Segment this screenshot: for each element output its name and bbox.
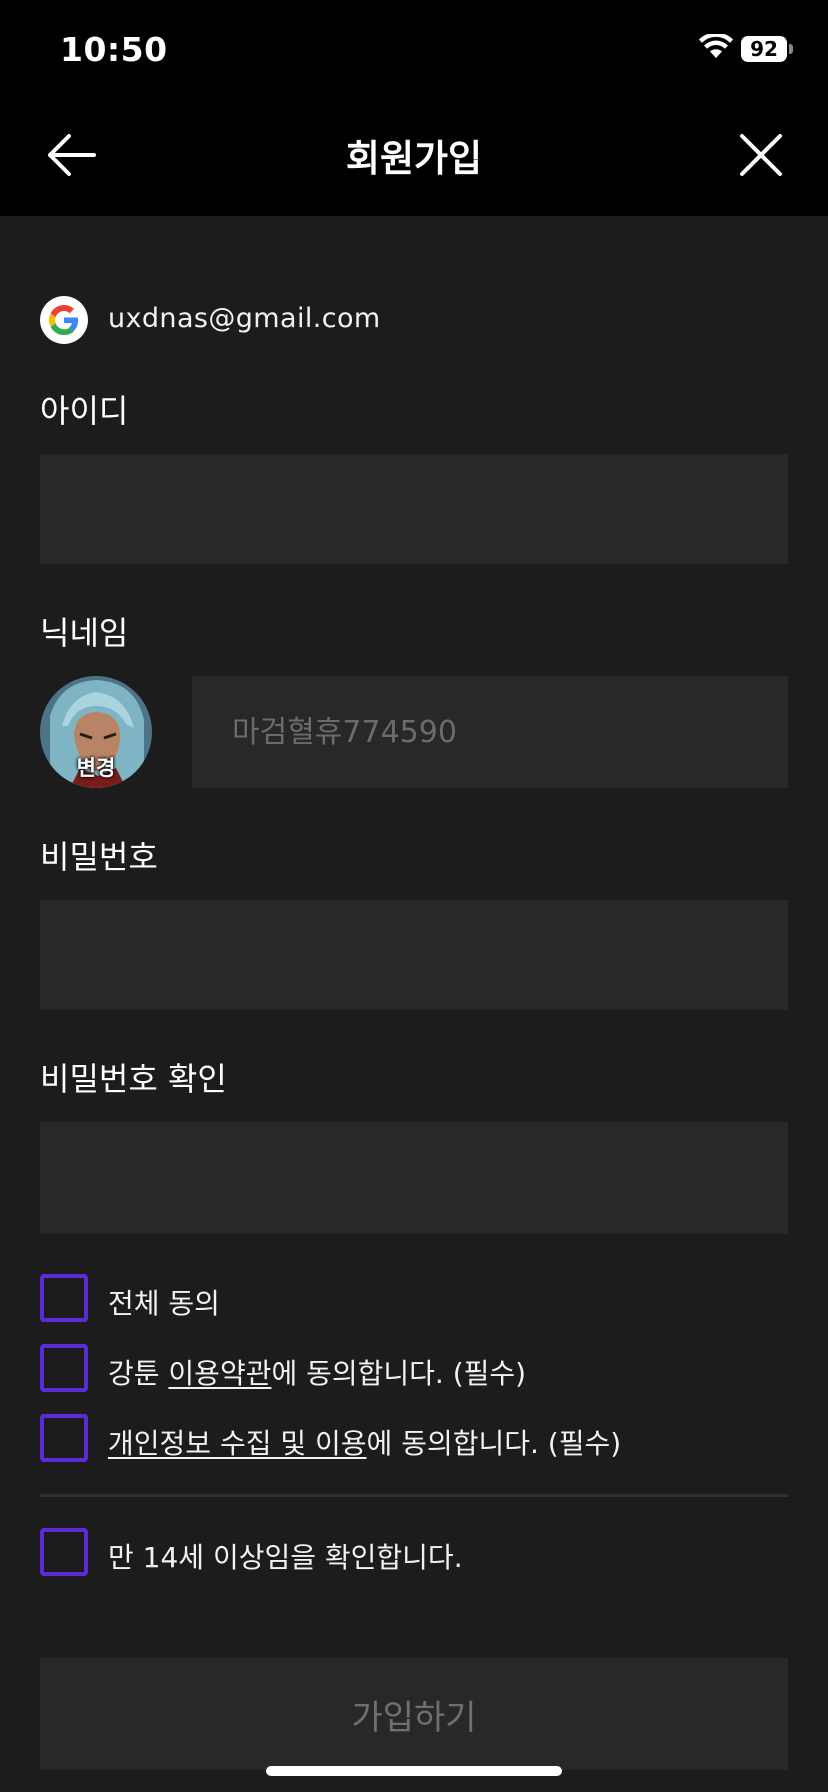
battery-icon: 92 (741, 36, 787, 62)
terms-suffix: 에 동의합니다. (필수) (271, 1357, 527, 1390)
page-title: 회원가입 (345, 137, 483, 180)
nickname-input[interactable] (192, 676, 788, 788)
status-bar: 10:50 92 (0, 0, 828, 98)
signup-button[interactable]: 가입하기 (40, 1658, 788, 1770)
nickname-label: 닉네임 (40, 614, 129, 652)
agree-privacy-checkbox[interactable] (40, 1414, 88, 1462)
id-input[interactable] (40, 454, 788, 564)
divider (40, 1494, 788, 1497)
password-input[interactable] (40, 900, 788, 1010)
agree-all-checkbox[interactable] (40, 1274, 88, 1322)
terms-link[interactable]: 이용약관 (168, 1357, 271, 1390)
avatar[interactable]: 변경 (40, 676, 152, 788)
agree-age-checkbox[interactable] (40, 1528, 88, 1576)
nav-bar: 회원가입 (0, 98, 828, 216)
avatar-change-label: 변경 (76, 756, 116, 780)
agree-all-row[interactable]: 전체 동의 (40, 1274, 800, 1322)
agree-privacy-row[interactable]: 개인정보 수집 및 이용에 동의합니다. (필수) (40, 1414, 800, 1462)
home-indicator (266, 1766, 562, 1776)
google-icon (40, 296, 88, 344)
agree-terms-row[interactable]: 강툰 이용약관에 동의합니다. (필수) (40, 1344, 800, 1392)
battery-level: 92 (750, 37, 778, 61)
agree-age-label: 만 14세 이상임을 확인합니다. (108, 1541, 463, 1574)
wifi-icon (699, 34, 733, 58)
account-email: uxdnas@gmail.com (108, 303, 381, 334)
id-label: 아이디 (40, 392, 129, 430)
agree-age-row[interactable]: 만 14세 이상임을 확인합니다. (40, 1528, 800, 1576)
privacy-suffix: 에 동의합니다. (필수) (366, 1427, 622, 1460)
battery-tip (789, 44, 793, 54)
agree-terms-checkbox[interactable] (40, 1344, 88, 1392)
privacy-link[interactable]: 개인정보 수집 및 이용 (108, 1427, 367, 1460)
status-time: 10:50 (60, 30, 168, 69)
password-label: 비밀번호 (40, 838, 158, 876)
agree-terms-label: 강툰 이용약관에 동의합니다. (필수) (108, 1352, 526, 1392)
agree-all-label: 전체 동의 (108, 1287, 220, 1320)
password-confirm-input[interactable] (40, 1122, 788, 1234)
password-confirm-label: 비밀번호 확인 (40, 1060, 227, 1098)
terms-prefix: 강툰 (108, 1357, 169, 1390)
close-icon[interactable] (734, 128, 788, 182)
agree-privacy-label: 개인정보 수집 및 이용에 동의합니다. (필수) (108, 1422, 621, 1462)
